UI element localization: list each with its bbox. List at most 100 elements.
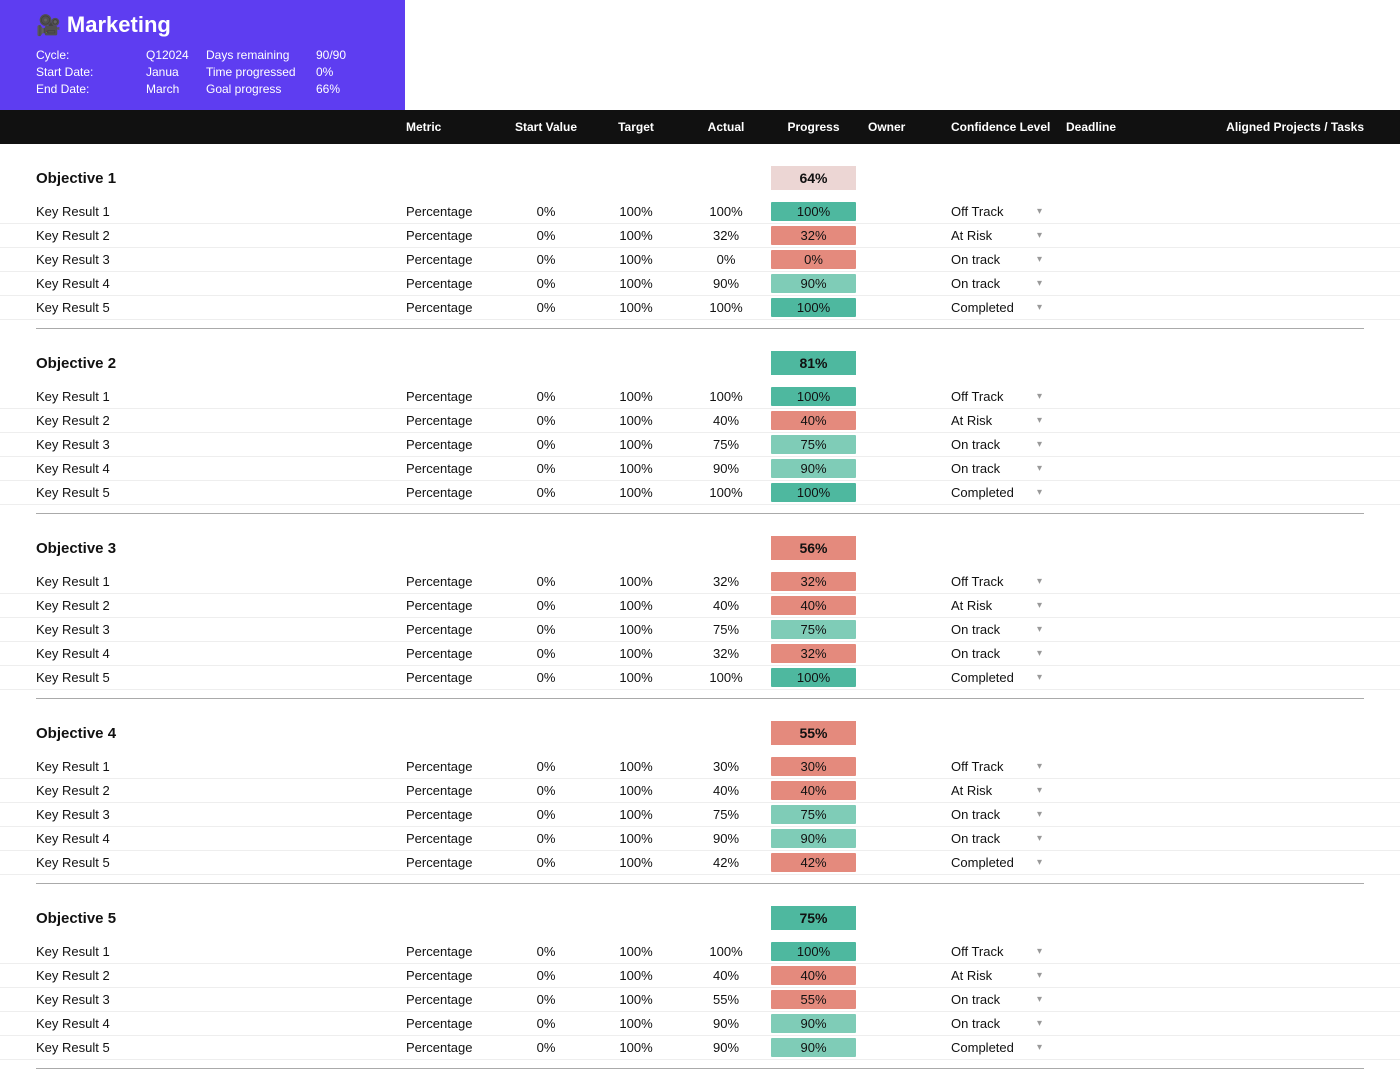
kr-start[interactable]: 0% (501, 783, 591, 798)
kr-metric[interactable]: Percentage (406, 228, 501, 243)
kr-metric[interactable]: Percentage (406, 944, 501, 959)
chevron-down-icon[interactable]: ▾ (1033, 833, 1046, 844)
kr-metric[interactable]: Percentage (406, 252, 501, 267)
kr-target[interactable]: 100% (591, 1016, 681, 1031)
kr-confidence-dropdown[interactable]: On track▾ (951, 276, 1046, 291)
kr-target[interactable]: 100% (591, 204, 681, 219)
kr-target[interactable]: 100% (591, 807, 681, 822)
kr-actual[interactable]: 75% (681, 622, 771, 637)
chevron-down-icon[interactable]: ▾ (1033, 230, 1046, 241)
kr-metric[interactable]: Percentage (406, 968, 501, 983)
kr-name[interactable]: Key Result 4 (36, 646, 406, 661)
kr-metric[interactable]: Percentage (406, 437, 501, 452)
chevron-down-icon[interactable]: ▾ (1033, 487, 1046, 498)
kr-confidence-dropdown[interactable]: On track▾ (951, 646, 1046, 661)
kr-actual[interactable]: 40% (681, 968, 771, 983)
kr-metric[interactable]: Percentage (406, 485, 501, 500)
kr-confidence-dropdown[interactable]: At Risk▾ (951, 968, 1046, 983)
kr-target[interactable]: 100% (591, 783, 681, 798)
kr-metric[interactable]: Percentage (406, 300, 501, 315)
kr-actual[interactable]: 100% (681, 944, 771, 959)
kr-name[interactable]: Key Result 4 (36, 831, 406, 846)
kr-target[interactable]: 100% (591, 759, 681, 774)
kr-start[interactable]: 0% (501, 1016, 591, 1031)
kr-metric[interactable]: Percentage (406, 622, 501, 637)
kr-confidence-dropdown[interactable]: On track▾ (951, 992, 1046, 1007)
kr-metric[interactable]: Percentage (406, 461, 501, 476)
kr-target[interactable]: 100% (591, 300, 681, 315)
kr-start[interactable]: 0% (501, 228, 591, 243)
kr-start[interactable]: 0% (501, 670, 591, 685)
kr-name[interactable]: Key Result 4 (36, 461, 406, 476)
chevron-down-icon[interactable]: ▾ (1033, 1042, 1046, 1053)
kr-start[interactable]: 0% (501, 1040, 591, 1055)
kr-start[interactable]: 0% (501, 831, 591, 846)
kr-confidence-dropdown[interactable]: Completed▾ (951, 300, 1046, 315)
kr-target[interactable]: 100% (591, 622, 681, 637)
kr-name[interactable]: Key Result 4 (36, 276, 406, 291)
kr-target[interactable]: 100% (591, 461, 681, 476)
kr-start[interactable]: 0% (501, 276, 591, 291)
kr-start[interactable]: 0% (501, 413, 591, 428)
kr-name[interactable]: Key Result 3 (36, 992, 406, 1007)
kr-metric[interactable]: Percentage (406, 992, 501, 1007)
kr-name[interactable]: Key Result 2 (36, 968, 406, 983)
kr-start[interactable]: 0% (501, 461, 591, 476)
kr-metric[interactable]: Percentage (406, 670, 501, 685)
kr-target[interactable]: 100% (591, 598, 681, 613)
kr-target[interactable]: 100% (591, 1040, 681, 1055)
chevron-down-icon[interactable]: ▾ (1033, 761, 1046, 772)
kr-confidence-dropdown[interactable]: Completed▾ (951, 670, 1046, 685)
kr-name[interactable]: Key Result 2 (36, 413, 406, 428)
chevron-down-icon[interactable]: ▾ (1033, 463, 1046, 474)
kr-name[interactable]: Key Result 3 (36, 807, 406, 822)
kr-actual[interactable]: 32% (681, 574, 771, 589)
kr-metric[interactable]: Percentage (406, 855, 501, 870)
kr-confidence-dropdown[interactable]: On track▾ (951, 252, 1046, 267)
kr-target[interactable]: 100% (591, 670, 681, 685)
kr-actual[interactable]: 40% (681, 598, 771, 613)
kr-name[interactable]: Key Result 2 (36, 598, 406, 613)
kr-name[interactable]: Key Result 2 (36, 783, 406, 798)
kr-confidence-dropdown[interactable]: On track▾ (951, 831, 1046, 846)
chevron-down-icon[interactable]: ▾ (1033, 600, 1046, 611)
kr-start[interactable]: 0% (501, 252, 591, 267)
kr-start[interactable]: 0% (501, 992, 591, 1007)
chevron-down-icon[interactable]: ▾ (1033, 785, 1046, 796)
kr-name[interactable]: Key Result 3 (36, 252, 406, 267)
chevron-down-icon[interactable]: ▾ (1033, 648, 1046, 659)
kr-metric[interactable]: Percentage (406, 204, 501, 219)
chevron-down-icon[interactable]: ▾ (1033, 415, 1046, 426)
kr-target[interactable]: 100% (591, 992, 681, 1007)
kr-target[interactable]: 100% (591, 228, 681, 243)
kr-actual[interactable]: 90% (681, 461, 771, 476)
kr-start[interactable]: 0% (501, 622, 591, 637)
kr-actual[interactable]: 32% (681, 228, 771, 243)
kr-confidence-dropdown[interactable]: Completed▾ (951, 1040, 1046, 1055)
kr-name[interactable]: Key Result 1 (36, 759, 406, 774)
kr-metric[interactable]: Percentage (406, 276, 501, 291)
kr-name[interactable]: Key Result 3 (36, 622, 406, 637)
kr-confidence-dropdown[interactable]: On track▾ (951, 622, 1046, 637)
kr-actual[interactable]: 42% (681, 855, 771, 870)
kr-start[interactable]: 0% (501, 807, 591, 822)
chevron-down-icon[interactable]: ▾ (1033, 254, 1046, 265)
kr-start[interactable]: 0% (501, 759, 591, 774)
kr-target[interactable]: 100% (591, 968, 681, 983)
kr-metric[interactable]: Percentage (406, 807, 501, 822)
kr-start[interactable]: 0% (501, 598, 591, 613)
kr-actual[interactable]: 90% (681, 831, 771, 846)
kr-metric[interactable]: Percentage (406, 646, 501, 661)
kr-actual[interactable]: 75% (681, 807, 771, 822)
kr-confidence-dropdown[interactable]: Off Track▾ (951, 944, 1046, 959)
kr-target[interactable]: 100% (591, 276, 681, 291)
kr-start[interactable]: 0% (501, 300, 591, 315)
kr-name[interactable]: Key Result 2 (36, 228, 406, 243)
kr-metric[interactable]: Percentage (406, 831, 501, 846)
kr-confidence-dropdown[interactable]: Off Track▾ (951, 389, 1046, 404)
kr-actual[interactable]: 90% (681, 1016, 771, 1031)
kr-metric[interactable]: Percentage (406, 1040, 501, 1055)
chevron-down-icon[interactable]: ▾ (1033, 576, 1046, 587)
chevron-down-icon[interactable]: ▾ (1033, 1018, 1046, 1029)
kr-actual[interactable]: 90% (681, 1040, 771, 1055)
